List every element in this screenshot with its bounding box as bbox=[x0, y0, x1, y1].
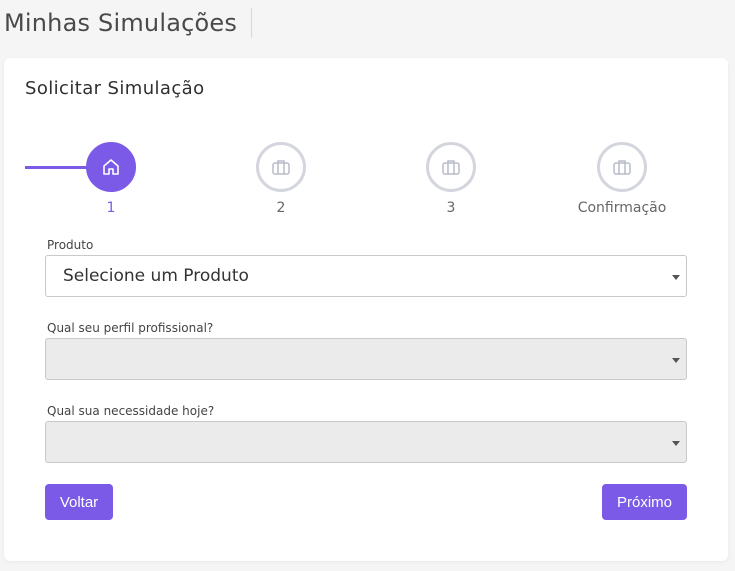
simulation-card: Solicitar Simulação 1 2 3 Confirmação Pr… bbox=[4, 58, 728, 561]
produto-select-value: Selecione um Produto bbox=[63, 266, 249, 286]
caret-down-icon bbox=[672, 275, 680, 280]
step-confirmacao[interactable]: Confirmação bbox=[572, 142, 672, 216]
briefcase-icon bbox=[442, 160, 460, 175]
home-icon bbox=[103, 159, 119, 175]
card-title: Solicitar Simulação bbox=[25, 78, 205, 99]
necessidade-field: Qual sua necessidade hoje? bbox=[45, 404, 687, 463]
page-title: Minhas Simulações bbox=[4, 9, 238, 37]
step-1[interactable]: 1 bbox=[61, 142, 161, 216]
produto-select[interactable]: Selecione um Produto bbox=[45, 255, 687, 297]
perfil-label: Qual seu perfil profissional? bbox=[47, 321, 214, 335]
back-button[interactable]: Voltar bbox=[45, 484, 113, 520]
stepper: 1 2 3 Confirmação bbox=[4, 142, 728, 222]
header-divider bbox=[251, 8, 253, 38]
briefcase-icon bbox=[613, 160, 631, 175]
perfil-select[interactable] bbox=[45, 338, 687, 380]
produto-field: Produto Selecione um Produto bbox=[45, 238, 687, 297]
step-3[interactable]: 3 bbox=[401, 142, 501, 216]
step-1-label: 1 bbox=[106, 200, 116, 216]
step-3-label: 3 bbox=[446, 200, 456, 216]
perfil-field: Qual seu perfil profissional? bbox=[45, 321, 687, 380]
produto-label: Produto bbox=[47, 238, 94, 252]
necessidade-select[interactable] bbox=[45, 421, 687, 463]
step-confirmacao-label: Confirmação bbox=[577, 200, 667, 216]
caret-down-icon bbox=[672, 441, 680, 446]
next-button[interactable]: Próximo bbox=[602, 484, 687, 520]
step-2-circle[interactable] bbox=[256, 142, 306, 192]
briefcase-icon bbox=[272, 160, 290, 175]
step-confirmacao-circle[interactable] bbox=[597, 142, 647, 192]
step-2-label: 2 bbox=[276, 200, 286, 216]
step-3-circle[interactable] bbox=[426, 142, 476, 192]
step-2[interactable]: 2 bbox=[231, 142, 331, 216]
page-header: Minhas Simulações bbox=[4, 0, 253, 46]
caret-down-icon bbox=[672, 358, 680, 363]
step-1-circle[interactable] bbox=[86, 142, 136, 192]
necessidade-label: Qual sua necessidade hoje? bbox=[47, 404, 215, 418]
